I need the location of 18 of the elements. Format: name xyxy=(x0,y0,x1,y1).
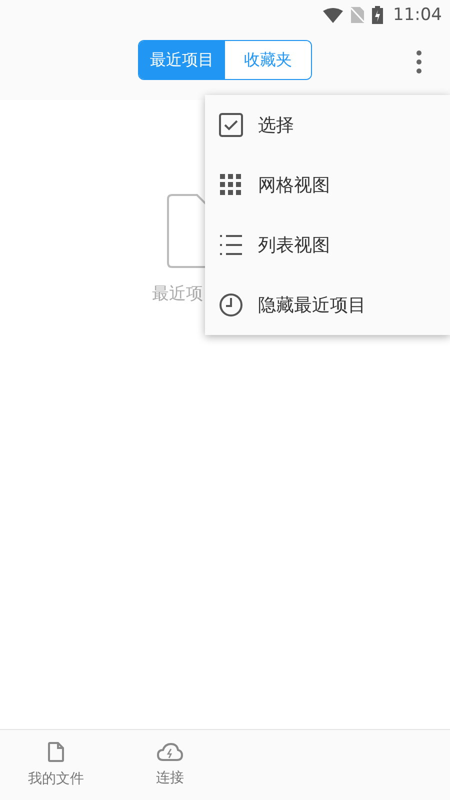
no-sim-icon xyxy=(351,7,364,23)
nav-item[interactable]: 我的文件 xyxy=(18,730,94,800)
grid-icon xyxy=(219,174,243,196)
menu-item[interactable]: 隐藏最近项目 xyxy=(205,275,450,335)
empty-state-text: 最近项 xyxy=(152,283,203,305)
checkbox-icon xyxy=(219,113,243,137)
menu-item[interactable]: 选择 xyxy=(205,95,450,155)
battery-icon xyxy=(372,6,383,24)
clock-time: 11:04 xyxy=(393,5,442,25)
list-icon xyxy=(219,235,243,255)
menu-item[interactable]: 列表视图 xyxy=(205,215,450,275)
file-icon xyxy=(48,742,64,762)
nav-item[interactable]: 连接 xyxy=(132,730,208,800)
clock-icon xyxy=(219,293,243,317)
menu-item[interactable]: 网格视图 xyxy=(205,155,450,215)
cloud-icon xyxy=(157,743,183,761)
wifi-icon xyxy=(323,8,343,22)
more-options-button[interactable] xyxy=(414,48,424,76)
